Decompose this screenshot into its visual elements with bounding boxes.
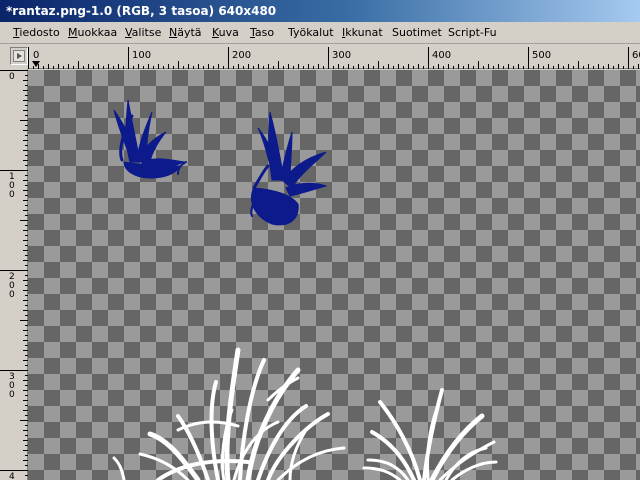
left-strip <box>0 44 10 69</box>
menu-select[interactable]: Valitse <box>125 22 161 44</box>
window-title-bar[interactable]: *rantaz.png-1.0 (RGB, 3 tasoa) 640x480 <box>0 0 640 22</box>
blue-grass-tuft-left <box>113 99 187 179</box>
menu-image[interactable]: Kuva <box>212 22 239 44</box>
vertical-ruler-graphic: 0100200300400 <box>0 70 28 480</box>
ruler-corner <box>10 47 28 65</box>
menu-filters[interactable]: Suotimet <box>392 22 442 44</box>
vruler-label-digit: 4 <box>9 472 15 480</box>
hruler-label-600: 600 <box>632 50 640 61</box>
vruler-label-digit: 0 <box>9 290 15 300</box>
hruler-label-400: 400 <box>432 50 451 61</box>
menu-bar: Tiedosto Muokkaa Valitse Näytä Kuva Taso… <box>0 22 640 44</box>
image-content <box>112 99 498 480</box>
menu-view[interactable]: Näytä <box>169 22 202 44</box>
hruler-label-0: 0 <box>33 50 39 61</box>
blue-grass-tuft-right <box>250 111 328 226</box>
vruler-label-digit: 0 <box>9 190 15 200</box>
quick-mask-toggle-icon[interactable] <box>13 50 25 62</box>
menu-windows[interactable]: Ikkunat <box>342 22 383 44</box>
vruler-label-digit: 0 <box>9 72 15 82</box>
hruler-label-100: 100 <box>132 50 151 61</box>
menu-script-fu[interactable]: Script-Fu <box>448 22 497 44</box>
hruler-label-500: 500 <box>532 50 551 61</box>
menu-file[interactable]: Tiedosto <box>13 22 60 44</box>
hruler-label-300: 300 <box>332 50 351 61</box>
menu-edit[interactable]: Muokkaa <box>68 22 117 44</box>
vruler-label-digit: 0 <box>9 390 15 400</box>
horizontal-ruler[interactable]: 0 100 200 300 400 500 600 <box>28 47 640 69</box>
image-canvas[interactable] <box>28 70 640 480</box>
window-title: *rantaz.png-1.0 (RGB, 3 tasoa) 640x480 <box>6 4 277 18</box>
menu-tools[interactable]: Työkalut <box>288 22 334 44</box>
horizontal-ruler-graphic: 0 100 200 300 400 500 600 <box>28 47 640 69</box>
menu-layer[interactable]: Taso <box>250 22 274 44</box>
vertical-ruler[interactable]: 0100200300400 <box>0 69 28 480</box>
white-grass-clumps <box>112 347 498 480</box>
hruler-label-200: 200 <box>232 50 251 61</box>
